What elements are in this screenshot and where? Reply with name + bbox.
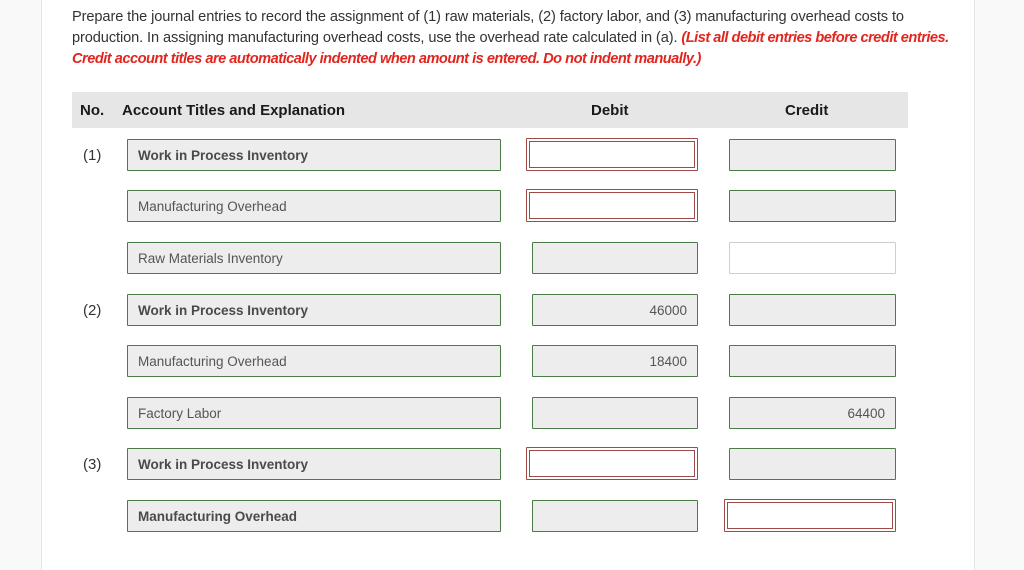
credit-field[interactable] xyxy=(729,139,896,171)
entry-number: (2) xyxy=(83,302,102,319)
debit-field[interactable]: 46000 xyxy=(532,294,698,326)
account-title-field[interactable]: Work in Process Inventory xyxy=(127,448,501,480)
account-title-field[interactable]: Work in Process Inventory xyxy=(127,139,501,171)
debit-field[interactable] xyxy=(526,447,698,480)
credit-field[interactable] xyxy=(729,448,896,480)
entry-number: (3) xyxy=(83,456,102,473)
debit-field[interactable] xyxy=(532,397,698,429)
credit-field[interactable] xyxy=(724,499,896,532)
account-title-field[interactable]: Raw Materials Inventory xyxy=(127,242,501,274)
credit-field[interactable] xyxy=(729,345,896,377)
account-title-field[interactable]: Manufacturing Overhead xyxy=(127,190,501,222)
debit-field[interactable] xyxy=(526,189,698,222)
debit-field[interactable] xyxy=(532,242,698,274)
header-credit: Credit xyxy=(785,102,829,119)
account-title-field[interactable]: Manufacturing Overhead xyxy=(127,500,501,532)
debit-field[interactable]: 18400 xyxy=(532,345,698,377)
account-title-field[interactable]: Factory Labor xyxy=(127,397,501,429)
credit-field[interactable] xyxy=(729,294,896,326)
header-account-titles: Account Titles and Explanation xyxy=(122,102,346,119)
credit-field[interactable]: 64400 xyxy=(729,397,896,429)
table-header: No. Account Titles and Explanation Debit… xyxy=(72,92,908,128)
question-panel: Prepare the journal entries to record th… xyxy=(41,0,975,570)
debit-field[interactable] xyxy=(526,138,698,171)
debit-field[interactable] xyxy=(532,500,698,532)
account-title-field[interactable]: Work in Process Inventory xyxy=(127,294,501,326)
credit-field[interactable] xyxy=(729,190,896,222)
header-debit: Debit xyxy=(591,102,629,119)
instructions: Prepare the journal entries to record th… xyxy=(72,7,952,70)
account-title-field[interactable]: Manufacturing Overhead xyxy=(127,345,501,377)
header-no: No. xyxy=(80,102,105,119)
credit-field[interactable] xyxy=(729,242,896,274)
entry-number: (1) xyxy=(83,147,102,164)
